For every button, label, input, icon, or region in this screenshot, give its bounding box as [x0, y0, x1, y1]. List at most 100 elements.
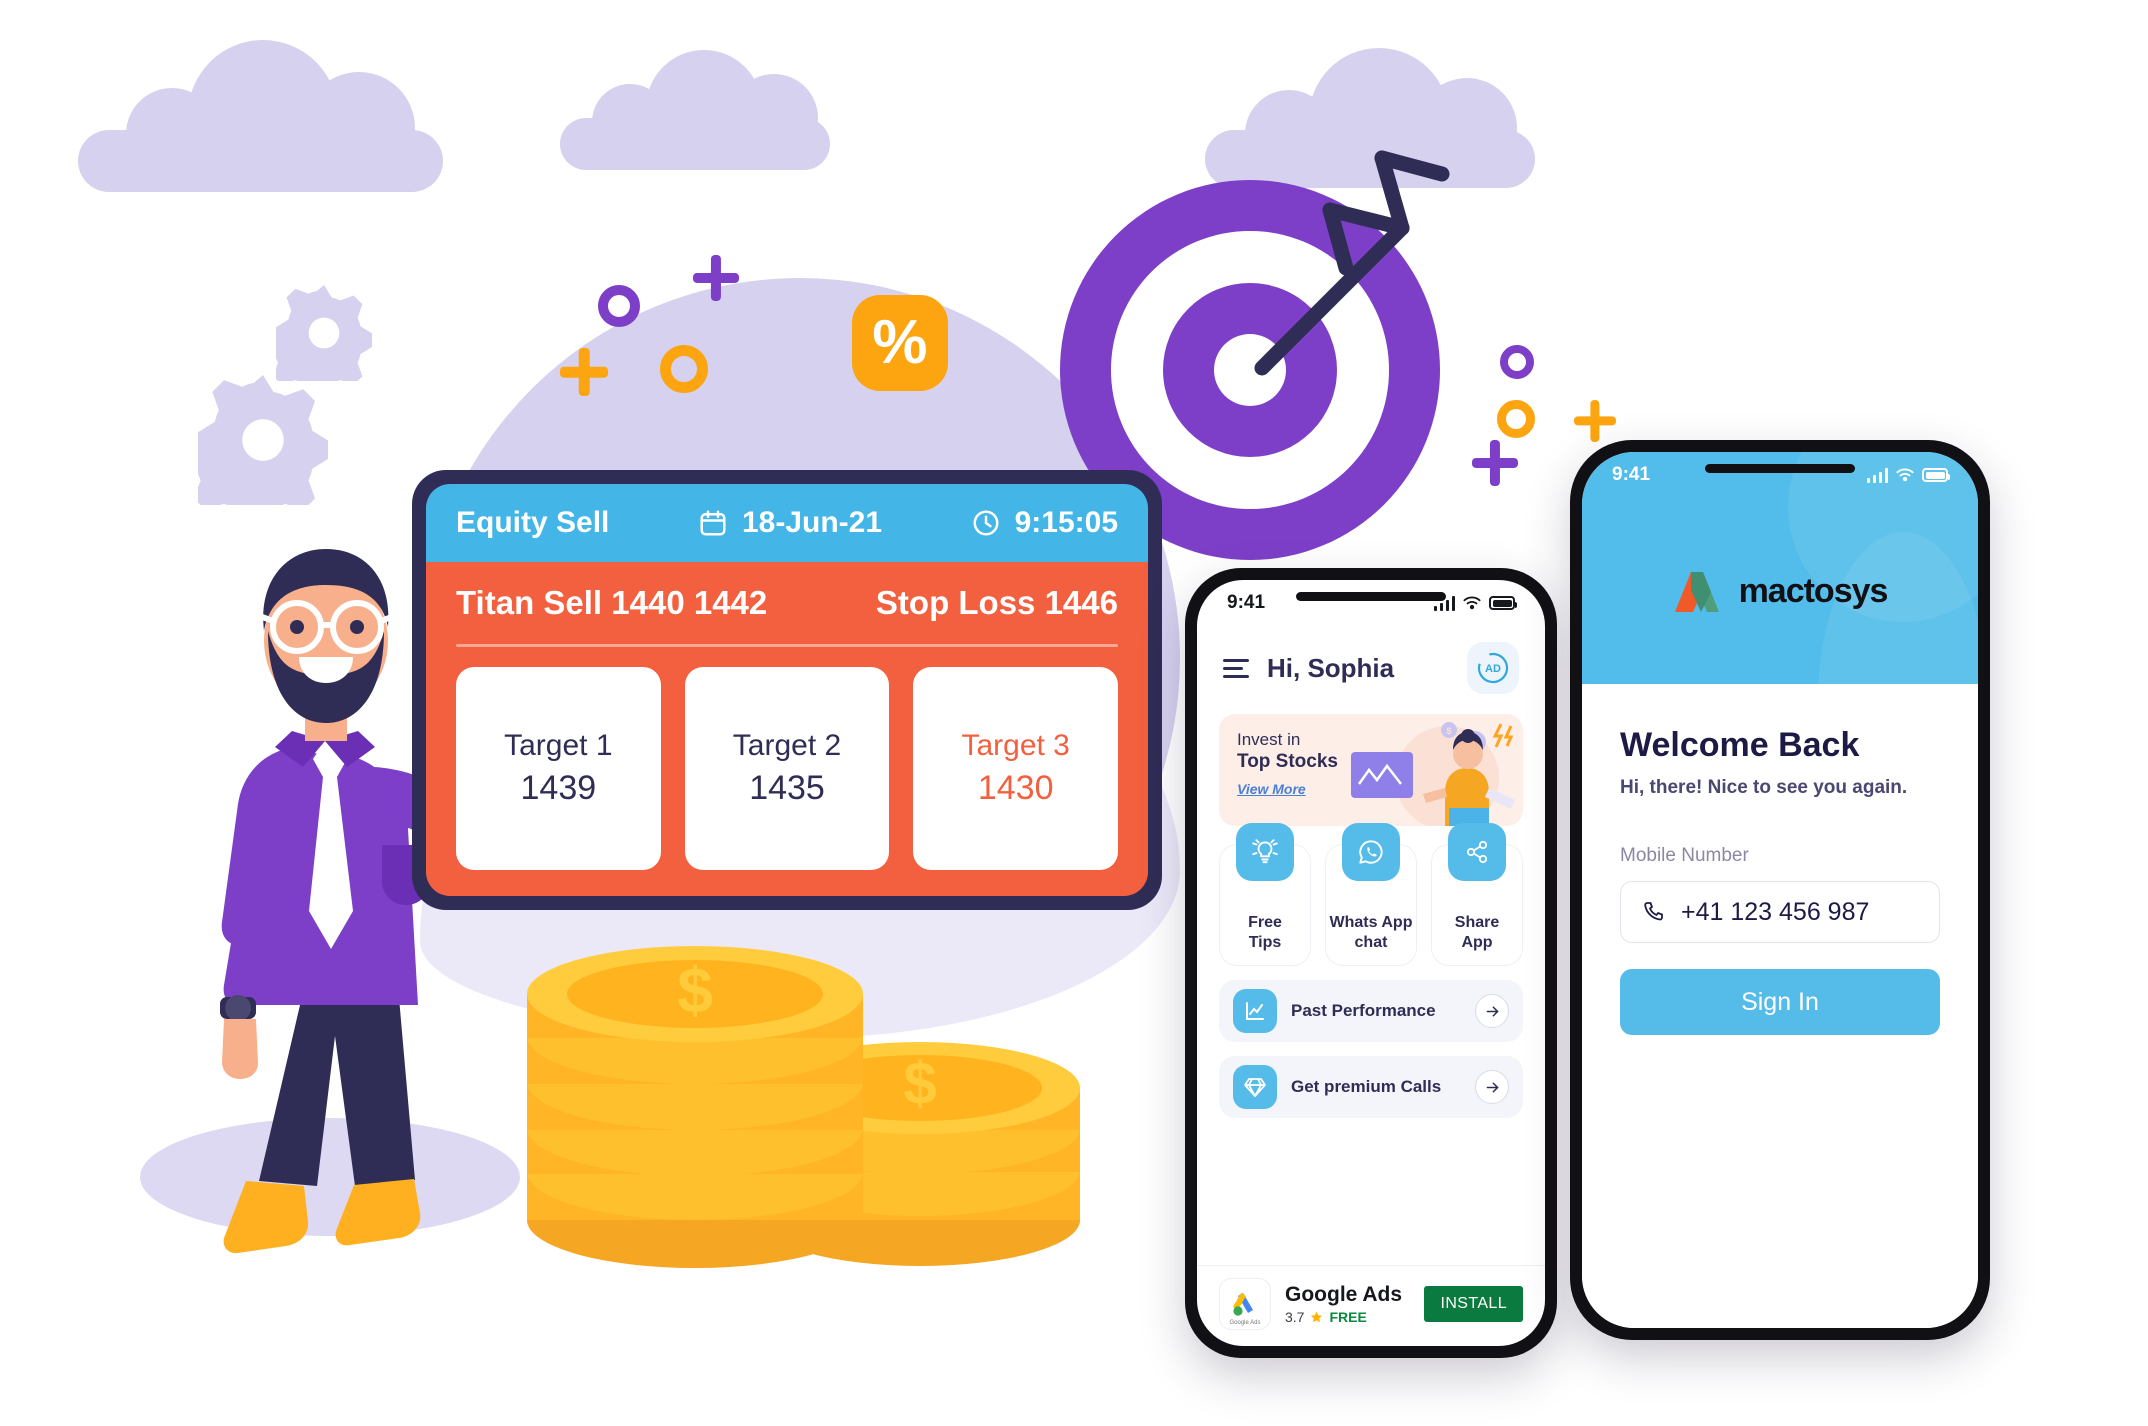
share-icon [1448, 823, 1506, 881]
svg-text:$: $ [1446, 726, 1451, 736]
cloud-icon [78, 40, 443, 192]
sign-in-button[interactable]: Sign In [1620, 969, 1940, 1035]
card-date: 18-Jun-21 [741, 506, 883, 539]
promo-banner[interactable]: Invest in Top Stocks View More $ $ [1219, 714, 1523, 826]
target-value: 1435 [749, 769, 825, 807]
mobile-number-label: Mobile Number [1620, 845, 1749, 866]
target-label: Target 2 [732, 729, 842, 762]
percent-badge: % [852, 295, 948, 391]
login-header: 9:41 mactosys [1582, 452, 1978, 684]
plus-decor [1472, 440, 1518, 486]
phone-handset-icon [1644, 902, 1663, 921]
target-card[interactable]: Target 1 1439 [456, 667, 661, 870]
ad-app-title: Google Ads [1285, 1283, 1403, 1306]
cloud-icon [560, 50, 830, 170]
app-top-bar: Hi, Sophia AD [1197, 626, 1545, 702]
login-form: Welcome Back Hi, there! Nice to see you … [1582, 684, 1978, 1328]
ring-decor [660, 345, 708, 393]
target-value: 1439 [520, 769, 597, 807]
ring-decor [1500, 345, 1534, 379]
gear-icon [276, 285, 372, 381]
list-item-label: Get premium Calls [1291, 1077, 1442, 1096]
google-ads-banner[interactable]: Google Ads Google Ads 3.7 FREE INSTALL [1197, 1265, 1545, 1346]
page-title: Welcome Back [1620, 726, 1860, 764]
ad-rating: 3.7 [1285, 1309, 1305, 1325]
lightbulb-tips-icon [1236, 823, 1294, 881]
target-label: Target 3 [961, 729, 1070, 762]
tile-whatsapp-chat[interactable]: Whats App chat [1325, 823, 1417, 966]
targets-group: Target 1 1439 Target 2 1435 Target 3 143… [456, 667, 1119, 870]
middle-phone: 9:41 Hi, Sophia AD Invest in Top Stocks … [1185, 568, 1557, 1358]
list-item-get-premium-calls[interactable]: Get premium Calls [1219, 1056, 1523, 1118]
svg-text:AD: AD [1485, 663, 1501, 675]
hamburger-menu-icon[interactable] [1223, 658, 1249, 678]
percent-symbol: % [872, 308, 928, 377]
notch-bar [1296, 592, 1446, 601]
plus-decor [560, 348, 608, 396]
card-header: Equity Sell 18-Jun-21 9:15:05 [426, 484, 1148, 562]
card-divider [456, 644, 1118, 647]
promo-view-more-link[interactable]: View More [1237, 781, 1306, 797]
svg-text:$: $ [903, 1050, 936, 1117]
ad-badge-button[interactable]: AD [1467, 642, 1519, 694]
list-item-past-performance[interactable]: Past Performance [1219, 980, 1523, 1042]
card-body: Titan Sell 1440 1442 Stop Loss 1446 Targ… [426, 562, 1148, 896]
equity-sell-card: Equity Sell 18-Jun-21 9:15:05 Titan Sell… [412, 470, 1162, 910]
arrow-right-icon[interactable] [1475, 1070, 1509, 1104]
greeting-text: Hi, Sophia [1267, 652, 1395, 683]
page-subtitle: Hi, there! Nice to see you again. [1620, 777, 1908, 798]
target-label: Target 1 [504, 729, 613, 762]
dollar-coins-stack-icon: $ $ [527, 946, 1080, 1268]
promo-illustration: $ $ [1351, 722, 1515, 826]
right-phone: 9:41 mactosys Welcome Back Hi, there! Ni… [1570, 440, 1990, 1340]
diamond-icon [1233, 1065, 1277, 1109]
clock-icon [973, 510, 999, 536]
wifi-icon [1896, 468, 1914, 482]
card-date-group: 18-Jun-21 [609, 506, 970, 540]
status-time: 9:41 [1612, 464, 1651, 485]
ad-circle-icon: AD [1477, 652, 1509, 684]
call-text: Titan Sell 1440 1442 [456, 584, 768, 621]
star-icon [1311, 1311, 1323, 1322]
mobile-number-field[interactable]: +41 123 456 987 [1620, 881, 1940, 943]
status-bar: 9:41 [1197, 580, 1545, 626]
tile-free-tips[interactable]: Free Tips [1219, 823, 1311, 966]
illustration-canvas: % $ $ Equity Sell 18-Jun-21 9:15:05 Tita… [0, 0, 2148, 1426]
ring-decor [1497, 400, 1535, 438]
mobile-number-value: +41 123 456 987 [1681, 897, 1870, 926]
target-card[interactable]: Target 3 1430 [913, 667, 1119, 870]
google-ads-caption: Google Ads [1229, 1320, 1261, 1326]
quick-action-tiles: Free Tips Whats App chat Share App [1197, 823, 1545, 966]
battery-icon [1922, 468, 1950, 482]
card-time: 9:15:05 [1014, 506, 1118, 539]
target-card[interactable]: Target 2 1435 [684, 667, 890, 870]
card-time-group: 9:15:05 [971, 506, 1118, 540]
tile-label: Free Tips [1248, 914, 1282, 951]
status-bar: 9:41 [1582, 452, 1978, 498]
plus-decor [693, 255, 739, 301]
card-title: Equity Sell [456, 506, 610, 539]
mactosys-m-logo-icon [1674, 572, 1719, 612]
brand-logo: mactosys [1582, 498, 1978, 684]
status-time: 9:41 [1227, 592, 1266, 613]
whatsapp-icon [1342, 823, 1400, 881]
plus-decor [1574, 400, 1616, 442]
ad-price: FREE [1329, 1309, 1367, 1325]
gear-icon [198, 375, 328, 505]
ring-decor [598, 285, 640, 327]
install-button[interactable]: INSTALL [1424, 1286, 1523, 1322]
target-value: 1430 [977, 769, 1054, 807]
tile-label: Whats App chat [1329, 914, 1413, 951]
calendar-icon [700, 510, 726, 536]
line-chart-icon [1233, 989, 1277, 1033]
svg-text:$: $ [677, 954, 713, 1026]
wifi-icon [1463, 596, 1481, 610]
battery-icon [1489, 596, 1517, 610]
brand-name: mactosys [1738, 571, 1889, 610]
arrow-right-icon[interactable] [1475, 994, 1509, 1028]
tile-share-app[interactable]: Share App [1431, 823, 1523, 966]
arrow-dart-icon [1254, 150, 1450, 376]
list-item-label: Past Performance [1291, 1001, 1436, 1020]
stop-loss-text: Stop Loss 1446 [875, 584, 1118, 621]
tile-label: Share App [1454, 914, 1500, 951]
